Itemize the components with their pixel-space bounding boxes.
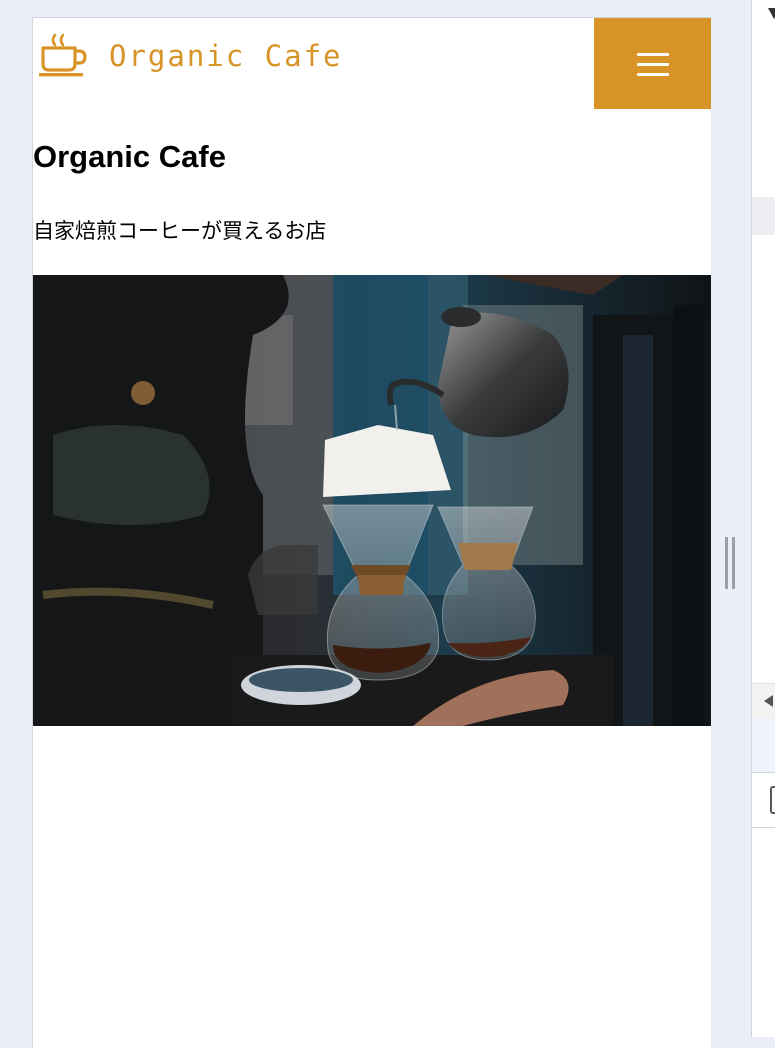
chevron-left-icon[interactable] xyxy=(764,695,773,707)
hero-image xyxy=(33,275,711,726)
site-header: Organic Cafe xyxy=(33,18,711,109)
dropdown-arrow-icon[interactable] xyxy=(768,8,775,19)
devtools-row[interactable] xyxy=(752,773,775,828)
page-title: Organic Cafe xyxy=(33,139,226,174)
menu-button[interactable] xyxy=(594,18,711,109)
devtools-header-band xyxy=(752,197,775,235)
devtools-toolbar xyxy=(752,683,775,719)
devtools-selected-row[interactable] xyxy=(752,718,775,773)
hamburger-menu-icon xyxy=(636,52,669,76)
site-logo[interactable]: Organic Cafe xyxy=(37,32,343,80)
resize-handle[interactable] xyxy=(725,537,737,589)
logo-text: Organic Cafe xyxy=(109,38,343,73)
devtools-panel xyxy=(751,0,775,1037)
coffee-cup-icon xyxy=(39,33,87,77)
device-toggle-icon[interactable] xyxy=(770,786,775,814)
device-viewport: Organic Cafe Organic Cafe 自家焙煎コーヒーが買えるお店 xyxy=(32,17,711,1048)
tagline: 自家焙煎コーヒーが買えるお店 xyxy=(33,219,327,243)
